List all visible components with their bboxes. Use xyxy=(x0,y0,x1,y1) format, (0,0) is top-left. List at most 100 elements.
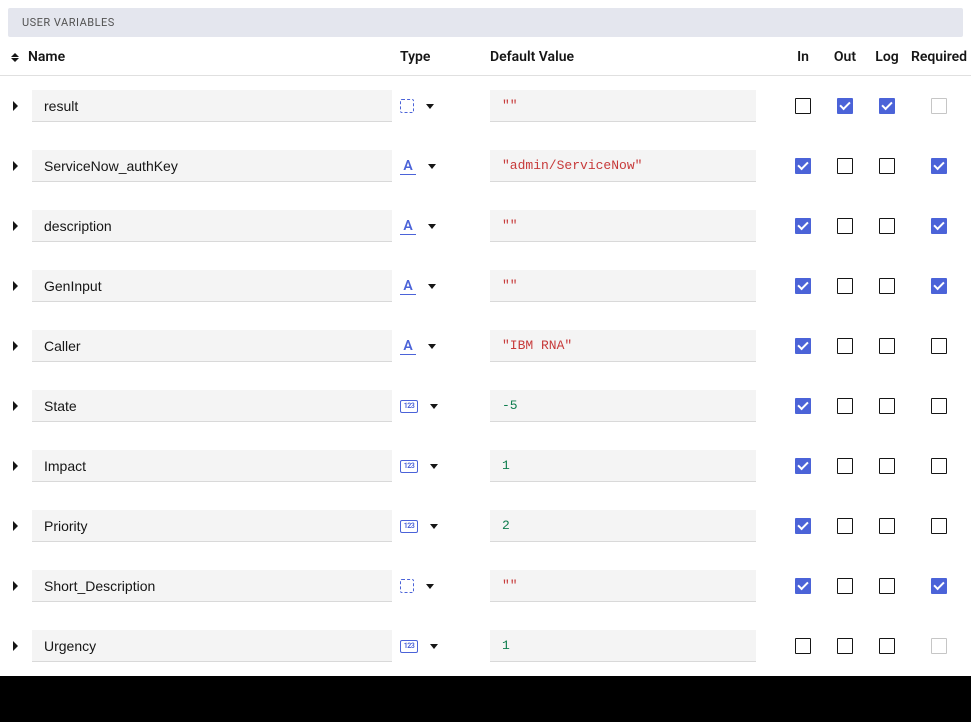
variable-name-input[interactable] xyxy=(32,90,392,122)
type-dropdown-caret[interactable] xyxy=(426,340,438,352)
expand-row-caret[interactable] xyxy=(8,159,22,173)
required-checkbox[interactable] xyxy=(931,338,947,354)
required-checkbox[interactable] xyxy=(931,398,947,414)
table-row: A "admin/ServiceNow" xyxy=(8,136,971,196)
variable-name-input[interactable] xyxy=(32,210,392,242)
type-dropdown-caret[interactable] xyxy=(424,580,436,592)
variable-name-input[interactable] xyxy=(32,630,392,662)
out-checkbox[interactable] xyxy=(837,458,853,474)
log-checkbox[interactable] xyxy=(879,458,895,474)
expand-row-caret[interactable] xyxy=(8,99,22,113)
in-checkbox[interactable] xyxy=(795,638,811,654)
default-value-field[interactable]: "IBM RNA" xyxy=(490,330,756,362)
table-row: A "IBM RNA" xyxy=(8,316,971,376)
expand-row-caret[interactable] xyxy=(8,579,22,593)
expand-row-caret[interactable] xyxy=(8,279,22,293)
out-checkbox[interactable] xyxy=(837,98,853,114)
col-default: Default Value xyxy=(490,49,782,65)
log-checkbox[interactable] xyxy=(879,218,895,234)
default-value-field[interactable]: "" xyxy=(490,210,756,242)
required-checkbox[interactable] xyxy=(931,518,947,534)
type-dropdown-caret[interactable] xyxy=(428,520,440,532)
in-checkbox[interactable] xyxy=(795,578,811,594)
out-checkbox[interactable] xyxy=(837,518,853,534)
type-dropdown-caret[interactable] xyxy=(428,460,440,472)
in-checkbox[interactable] xyxy=(795,278,811,294)
default-value-field[interactable]: 2 xyxy=(490,510,756,542)
variable-name-input[interactable] xyxy=(32,450,392,482)
variable-name-input[interactable] xyxy=(32,150,392,182)
col-type: Type xyxy=(400,49,490,65)
log-checkbox[interactable] xyxy=(879,578,895,594)
type-dropdown-caret[interactable] xyxy=(428,400,440,412)
out-checkbox[interactable] xyxy=(837,398,853,414)
log-checkbox[interactable] xyxy=(879,338,895,354)
default-value-field[interactable]: 1 xyxy=(490,450,756,482)
variable-name-input[interactable] xyxy=(32,510,392,542)
in-checkbox[interactable] xyxy=(795,338,811,354)
collapse-all-icon[interactable] xyxy=(8,50,22,64)
out-checkbox[interactable] xyxy=(837,278,853,294)
type-dropdown-caret[interactable] xyxy=(424,100,436,112)
type-string-icon: A xyxy=(400,218,416,234)
required-checkbox[interactable] xyxy=(931,638,947,654)
expand-row-caret[interactable] xyxy=(8,459,22,473)
required-checkbox[interactable] xyxy=(931,578,947,594)
expand-row-caret[interactable] xyxy=(8,639,22,653)
required-checkbox[interactable] xyxy=(931,458,947,474)
in-checkbox[interactable] xyxy=(795,158,811,174)
required-checkbox[interactable] xyxy=(931,218,947,234)
in-checkbox[interactable] xyxy=(795,518,811,534)
bottom-bar xyxy=(0,676,971,722)
table-header: Name Type Default Value In Out Log Requi… xyxy=(0,37,971,76)
default-value-field[interactable]: "admin/ServiceNow" xyxy=(490,150,756,182)
table-row: "" xyxy=(8,76,971,136)
out-checkbox[interactable] xyxy=(837,218,853,234)
log-checkbox[interactable] xyxy=(879,518,895,534)
required-checkbox[interactable] xyxy=(931,98,947,114)
log-checkbox[interactable] xyxy=(879,98,895,114)
default-value-field[interactable]: -5 xyxy=(490,390,756,422)
log-checkbox[interactable] xyxy=(879,158,895,174)
in-checkbox[interactable] xyxy=(795,398,811,414)
type-string-icon: A xyxy=(400,158,416,174)
required-checkbox[interactable] xyxy=(931,278,947,294)
out-checkbox[interactable] xyxy=(837,158,853,174)
default-value-field[interactable]: "" xyxy=(490,90,756,122)
expand-row-caret[interactable] xyxy=(8,339,22,353)
table-row: 123 1 xyxy=(8,616,971,676)
out-checkbox[interactable] xyxy=(837,638,853,654)
col-in: In xyxy=(782,49,824,65)
type-number-icon: 123 xyxy=(400,460,418,473)
type-number-icon: 123 xyxy=(400,640,418,653)
variable-name-input[interactable] xyxy=(32,270,392,302)
type-string-icon: A xyxy=(400,338,416,354)
default-value-field[interactable]: 1 xyxy=(490,630,756,662)
in-checkbox[interactable] xyxy=(795,98,811,114)
in-checkbox[interactable] xyxy=(795,218,811,234)
expand-row-caret[interactable] xyxy=(8,519,22,533)
variable-name-input[interactable] xyxy=(32,570,392,602)
in-checkbox[interactable] xyxy=(795,458,811,474)
col-out: Out xyxy=(824,49,866,65)
type-dropdown-caret[interactable] xyxy=(426,160,438,172)
expand-row-caret[interactable] xyxy=(8,219,22,233)
log-checkbox[interactable] xyxy=(879,398,895,414)
table-row: 1232 xyxy=(8,496,971,556)
type-number-icon: 123 xyxy=(400,400,418,413)
type-dropdown-caret[interactable] xyxy=(428,640,440,652)
variable-name-input[interactable] xyxy=(32,330,392,362)
type-string-icon: A xyxy=(400,278,416,294)
expand-row-caret[interactable] xyxy=(8,399,22,413)
log-checkbox[interactable] xyxy=(879,638,895,654)
out-checkbox[interactable] xyxy=(837,578,853,594)
col-name: Name xyxy=(28,49,65,65)
log-checkbox[interactable] xyxy=(879,278,895,294)
out-checkbox[interactable] xyxy=(837,338,853,354)
type-dropdown-caret[interactable] xyxy=(426,220,438,232)
default-value-field[interactable]: "" xyxy=(490,270,756,302)
required-checkbox[interactable] xyxy=(931,158,947,174)
type-dropdown-caret[interactable] xyxy=(426,280,438,292)
default-value-field[interactable]: "" xyxy=(490,570,756,602)
variable-name-input[interactable] xyxy=(32,390,392,422)
